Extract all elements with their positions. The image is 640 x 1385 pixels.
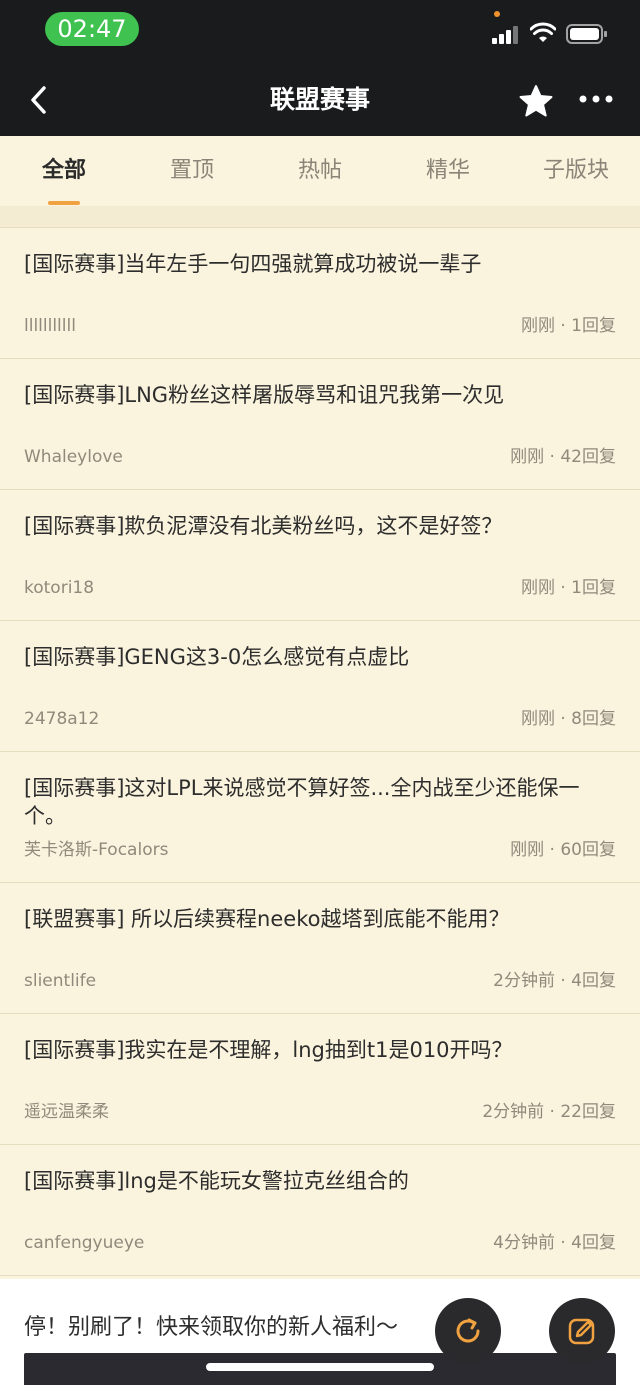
compose-icon	[568, 1318, 595, 1345]
post-item[interactable]: [联盟赛事] 所以后续赛程neeko越塔到底能不能用？ slientlife 2…	[0, 883, 640, 1014]
post-author[interactable]: kotori18	[24, 578, 94, 598]
section-divider	[0, 206, 640, 228]
post-author[interactable]: canfengyueye	[24, 1233, 144, 1253]
post-title: [国际赛事]当年左手一句四强就算成功被说一辈子	[24, 252, 482, 276]
post-meta: 刚刚 · 60回复	[510, 840, 616, 860]
status-time: 02:47	[45, 12, 139, 46]
status-bar: 02:47	[0, 0, 640, 64]
post-title: [国际赛事]GENG这3-0怎么感觉有点虚比	[24, 645, 410, 669]
post-meta: 刚刚 · 8回复	[520, 709, 616, 729]
tab-subforums[interactable]: 子版块	[512, 136, 640, 206]
refresh-button[interactable]	[435, 1298, 501, 1364]
tab-all[interactable]: 全部	[0, 136, 128, 206]
post-meta: 刚刚 · 42回复	[510, 447, 616, 467]
cellular-signal-icon	[492, 26, 520, 44]
active-tab-indicator	[48, 201, 80, 205]
post-item[interactable]: [国际赛事]LNG粉丝这样屠版辱骂和诅咒我第一次见 Whaleylove 刚刚 …	[0, 359, 640, 490]
tab-pinned[interactable]: 置顶	[128, 136, 256, 206]
navigation-bar: 联盟赛事	[0, 64, 640, 136]
app-screen: 02:47 联盟赛事 全部 置顶 热帖 精华 子版块 [国际赛事]当年左手一句四…	[0, 0, 640, 1385]
tab-bar: 全部 置顶 热帖 精华 子版块	[0, 136, 640, 207]
promo-text: 停！别刷了！快来领取你的新人福利～	[24, 1315, 399, 1340]
back-arrow-icon[interactable]	[26, 84, 52, 116]
post-meta: 刚刚 · 1回复	[520, 578, 616, 598]
wifi-icon	[530, 22, 556, 42]
post-meta: 刚刚 · 1回复	[520, 316, 616, 336]
post-list: [国际赛事]当年左手一句四强就算成功被说一辈子 lllllllllll 刚刚 ·…	[0, 228, 640, 1276]
post-title: [国际赛事]LNG粉丝这样屠版辱骂和诅咒我第一次见	[24, 383, 505, 407]
home-indicator	[206, 1363, 434, 1371]
post-title: [国际赛事]lng是不能玩女警拉克丝组合的	[24, 1169, 409, 1193]
post-meta: 4分钟前 · 4回复	[493, 1233, 616, 1253]
post-author[interactable]: slientlife	[24, 971, 96, 991]
post-author[interactable]: 2478a12	[24, 709, 99, 729]
compose-button[interactable]	[549, 1298, 615, 1364]
post-item[interactable]: [国际赛事]这对LPL来说感觉不算好签...全内战至少还能保一个。 芙卡洛斯-F…	[0, 752, 640, 883]
post-meta: 2分钟前 · 4回复	[493, 971, 616, 991]
post-item[interactable]: [国际赛事]当年左手一句四强就算成功被说一辈子 lllllllllll 刚刚 ·…	[0, 228, 640, 359]
refresh-icon	[456, 1318, 480, 1343]
post-item[interactable]: [国际赛事]欺负泥潭没有北美粉丝吗，这不是好签？ kotori18 刚刚 · 1…	[0, 490, 640, 621]
post-author[interactable]: 遥远温柔柔	[24, 1097, 109, 1122]
battery-icon	[566, 24, 607, 44]
tab-hot[interactable]: 热帖	[256, 136, 384, 206]
recording-dot-icon	[494, 11, 500, 17]
post-author[interactable]: Whaleylove	[24, 447, 123, 467]
post-meta: 2分钟前 · 22回复	[482, 1102, 616, 1122]
post-title: [国际赛事]欺负泥潭没有北美粉丝吗，这不是好签？	[24, 514, 503, 538]
post-item[interactable]: [国际赛事]lng是不能玩女警拉克丝组合的 canfengyueye 4分钟前 …	[0, 1145, 640, 1276]
post-title: [联盟赛事] 所以后续赛程neeko越塔到底能不能用？	[24, 907, 510, 931]
more-options-icon[interactable]	[578, 92, 614, 106]
post-item[interactable]: [国际赛事]我实在是不理解，lng抽到t1是010开吗？ 遥远温柔柔 2分钟前 …	[0, 1014, 640, 1145]
favorite-star-icon[interactable]	[518, 84, 554, 118]
post-item[interactable]: [国际赛事]GENG这3-0怎么感觉有点虚比 2478a12 刚刚 · 8回复	[0, 621, 640, 752]
post-author[interactable]: 芙卡洛斯-Focalors	[24, 835, 168, 860]
post-title: [国际赛事]这对LPL来说感觉不算好签...全内战至少还能保一个。	[24, 776, 580, 828]
tab-featured[interactable]: 精华	[384, 136, 512, 206]
post-author[interactable]: lllllllllll	[24, 316, 76, 336]
post-title: [国际赛事]我实在是不理解，lng抽到t1是010开吗？	[24, 1038, 513, 1062]
